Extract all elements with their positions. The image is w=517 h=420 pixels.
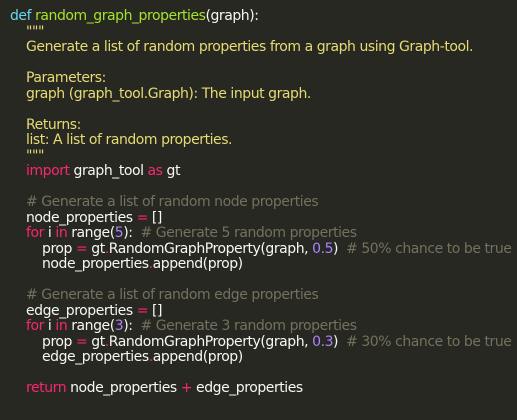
code-token: in <box>55 318 68 334</box>
code-line: prop = gt.RandomGraphProperty(graph, 0.5… <box>10 240 515 258</box>
code-line: """ <box>10 147 515 165</box>
code-token: RandomGraphProperty(graph, <box>108 333 313 350</box>
code-token: # 50% chance to be true <box>346 240 512 257</box>
code-token: import <box>26 163 70 179</box>
code-token: gt <box>87 240 105 257</box>
code-token: """ <box>10 23 44 40</box>
code-token: gt <box>87 333 105 350</box>
code-line: return node_properties + edge_properties <box>10 380 515 397</box>
code-token: edge_properties <box>10 349 149 365</box>
code-token: = <box>136 209 149 226</box>
code-line: edge_properties.append(prop) <box>10 349 515 366</box>
code-token: """ <box>10 147 44 164</box>
code-token: RandomGraphProperty(graph, <box>108 240 313 257</box>
code-line: graph (graph_tool.Graph): The input grap… <box>10 85 515 103</box>
code-token: edge_properties <box>10 302 137 319</box>
code-token: 5 <box>114 225 124 241</box>
code-token: Returns: <box>10 116 81 133</box>
code-token: range( <box>67 318 115 334</box>
code-token: 0.5 <box>312 240 334 257</box>
code-line: Parameters: <box>10 70 515 87</box>
code-token: edge_properties <box>192 380 303 396</box>
code-token: for <box>26 318 44 334</box>
code-token: = <box>76 333 88 350</box>
code-token: in <box>55 225 68 241</box>
code-block: def random_graph_properties(graph): """ … <box>10 8 515 397</box>
code-token: prop <box>10 240 76 257</box>
code-token: ): <box>123 318 141 334</box>
code-token: # Generate 3 random properties <box>140 318 357 334</box>
code-token: 0.3 <box>312 333 334 350</box>
code-token: # 30% chance to be true <box>346 333 512 350</box>
code-token: + <box>180 380 193 396</box>
code-token: node_properties <box>10 256 149 272</box>
code-token: graph (graph_tool.Graph): The input grap… <box>10 85 311 102</box>
code-token: = <box>136 302 149 319</box>
code-token: Parameters: <box>10 70 106 86</box>
code-token: [] <box>147 209 162 226</box>
code-line: edge_properties = [] <box>10 302 515 320</box>
code-token: range( <box>67 225 115 241</box>
code-token: i <box>43 318 56 334</box>
code-line: node_properties.append(prop) <box>10 256 515 273</box>
code-line: Returns: <box>10 116 515 134</box>
code-line: import graph_tool as gt <box>10 163 515 180</box>
code-token: gt <box>162 163 181 179</box>
code-token: node_properties <box>10 209 137 226</box>
code-line: # Generate a list of random node propert… <box>10 194 515 211</box>
code-line: for i in range(5): # Generate 5 random p… <box>10 225 515 242</box>
code-line: prop = gt.RandomGraphProperty(graph, 0.3… <box>10 333 515 351</box>
code-token: (graph): <box>205 8 259 24</box>
code-token: # Generate a list of random edge propert… <box>10 287 319 303</box>
code-token: [] <box>147 302 163 319</box>
code-token: graph_tool <box>69 163 148 179</box>
code-token: = <box>76 240 88 257</box>
code-token: def <box>10 8 32 24</box>
code-token: # Generate 5 random properties <box>140 225 357 241</box>
code-token: node_properties <box>66 380 181 396</box>
code-line: """ <box>10 23 515 41</box>
code-token: ) <box>333 333 347 350</box>
code-token: append(prop) <box>152 256 243 272</box>
code-token: for <box>26 225 44 241</box>
code-token: random_graph_properties <box>35 8 206 24</box>
code-token: # Generate a list of random node propert… <box>10 194 319 210</box>
code-line: def random_graph_properties(graph): <box>10 8 515 25</box>
code-line: node_properties = [] <box>10 209 515 227</box>
code-token: ) <box>333 240 347 257</box>
code-token: return <box>26 380 67 396</box>
code-token: 3 <box>114 318 124 334</box>
code-token: list: A list of random properties. <box>10 132 233 148</box>
code-token: Generate a list of random properties fro… <box>10 39 474 55</box>
code-line: Generate a list of random properties fro… <box>10 39 515 56</box>
code-token: prop <box>10 333 76 350</box>
code-line: # Generate a list of random edge propert… <box>10 287 515 304</box>
code-token: as <box>147 163 163 179</box>
code-token: append(prop) <box>152 349 243 365</box>
code-token: i <box>43 225 56 241</box>
code-token: ): <box>123 225 141 241</box>
code-line: list: A list of random properties. <box>10 132 515 149</box>
code-line: for i in range(3): # Generate 3 random p… <box>10 318 515 335</box>
